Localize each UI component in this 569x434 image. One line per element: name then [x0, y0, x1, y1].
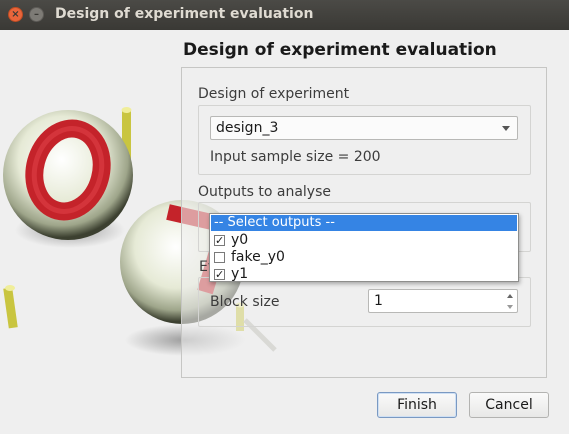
output-option-label: y0 — [231, 232, 249, 248]
close-icon: × — [11, 8, 20, 20]
pin-icon — [3, 285, 18, 329]
design-select-value: design_3 — [216, 120, 279, 136]
chevron-down-icon — [507, 304, 513, 309]
sample-size-text: Input sample size = 200 — [210, 149, 381, 165]
output-option-label: y1 — [231, 266, 249, 282]
chevron-down-icon — [502, 126, 510, 131]
cancel-button[interactable]: Cancel — [469, 392, 549, 418]
minimize-icon: – — [34, 8, 39, 20]
increment-button[interactable] — [503, 290, 517, 301]
block-size-spinbox[interactable]: 1 — [368, 289, 518, 313]
outputs-dropdown-list[interactable]: -- Select outputs -- ✓ y0 fake_y0 ✓ y1 — [209, 213, 519, 282]
window-titlebar: × – Design of experiment evaluation — [0, 0, 569, 30]
output-option-y0[interactable]: ✓ y0 — [211, 232, 517, 249]
block-size-value: 1 — [374, 293, 383, 309]
design-of-experiment-label: Design of experiment — [198, 86, 350, 102]
minimize-window-button[interactable]: – — [29, 7, 44, 22]
output-option-y1[interactable]: ✓ y1 — [211, 266, 517, 283]
checkbox-checked-icon[interactable]: ✓ — [214, 269, 225, 280]
page-title: Design of experiment evaluation — [183, 40, 497, 60]
outputs-to-analyse-label: Outputs to analyse — [198, 184, 331, 200]
output-option-label: fake_y0 — [231, 249, 285, 265]
finish-button[interactable]: Finish — [377, 392, 457, 418]
ball-zero-icon — [3, 110, 133, 248]
output-option-fake-y0[interactable]: fake_y0 — [211, 249, 517, 266]
dialog-body: Design of experiment evaluation Design o… — [0, 30, 569, 434]
window-title: Design of experiment evaluation — [55, 6, 314, 22]
decrement-button[interactable] — [503, 301, 517, 312]
block-size-label: Block size — [210, 294, 280, 310]
checkbox-checked-icon[interactable]: ✓ — [214, 235, 225, 246]
close-window-button[interactable]: × — [8, 7, 23, 22]
chevron-up-icon — [507, 293, 513, 298]
dropdown-header[interactable]: -- Select outputs -- — [211, 215, 517, 231]
design-select[interactable]: design_3 — [210, 116, 518, 140]
checkbox-unchecked-icon[interactable] — [214, 252, 225, 263]
